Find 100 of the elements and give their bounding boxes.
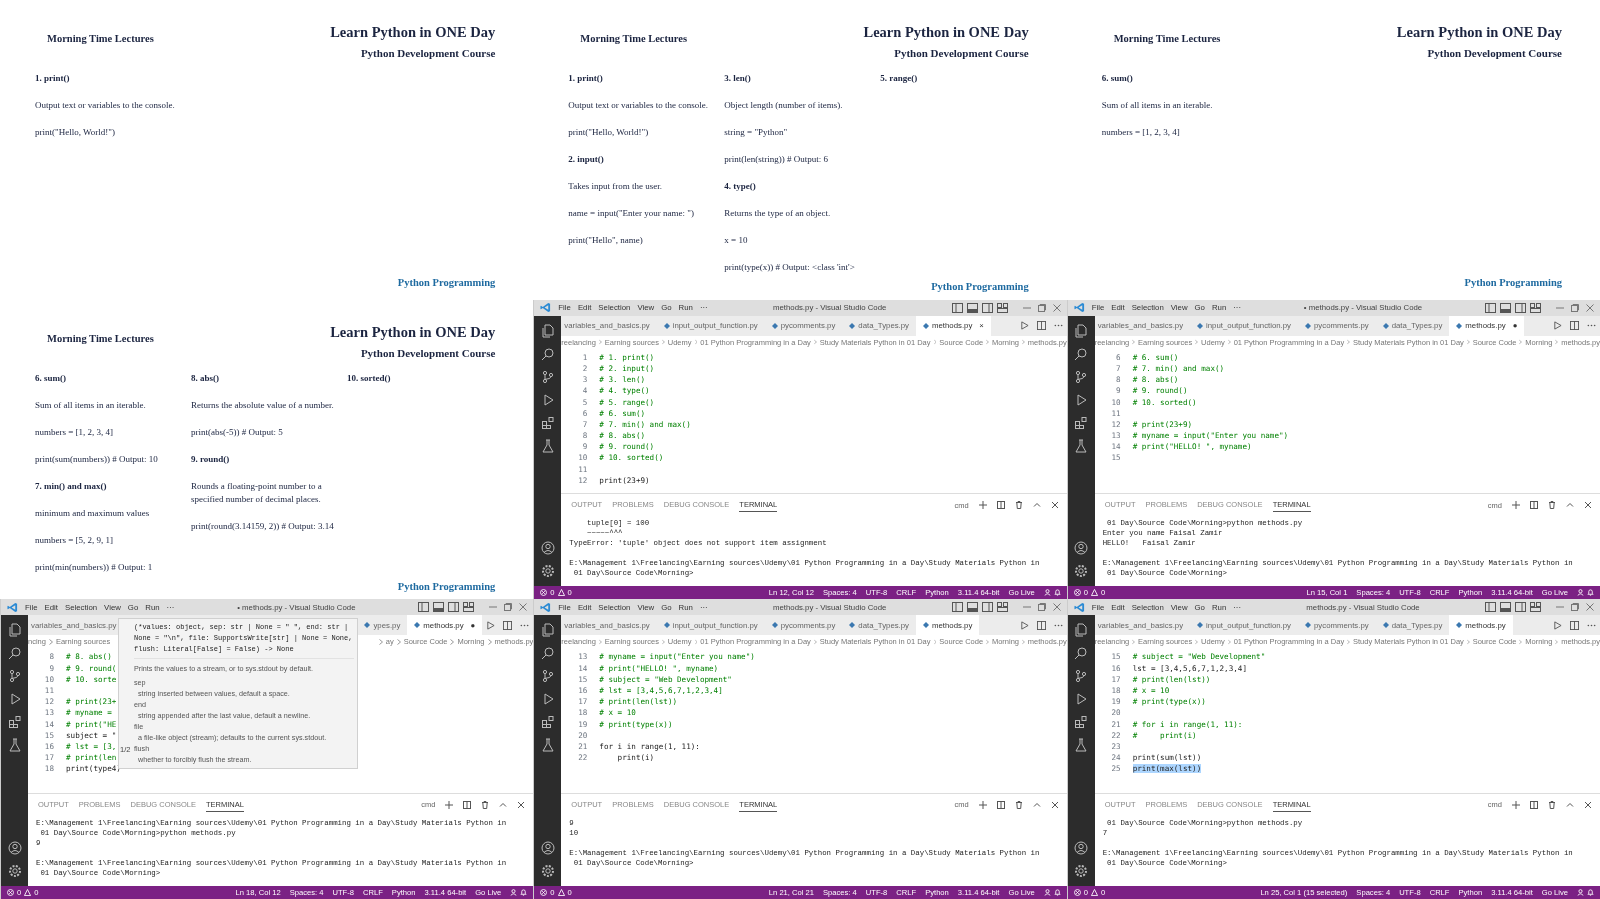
add-icon[interactable] (1512, 801, 1520, 809)
person-icon[interactable] (510, 889, 518, 896)
files-icon[interactable] (540, 323, 555, 338)
close-icon[interactable] (517, 801, 526, 809)
layout-icons[interactable] (1485, 302, 1543, 313)
run-icon[interactable] (486, 620, 496, 630)
error-icon[interactable] (1073, 589, 1081, 597)
run-debug-icon[interactable] (1074, 692, 1089, 707)
branch-icon[interactable] (1074, 669, 1089, 684)
branch-icon[interactable] (540, 669, 555, 684)
restore-icon[interactable] (1037, 303, 1046, 312)
settings-icon[interactable] (540, 864, 555, 878)
search-icon[interactable] (1074, 346, 1089, 361)
extensions-icon[interactable] (1074, 415, 1089, 430)
close-icon[interactable] (519, 603, 528, 612)
files-icon[interactable] (1074, 623, 1089, 638)
split-icon[interactable] (1530, 801, 1538, 809)
error-icon[interactable] (1073, 889, 1081, 896)
restore-icon[interactable] (504, 603, 513, 612)
person-icon[interactable] (1577, 589, 1584, 597)
search-icon[interactable] (1074, 646, 1089, 661)
branch-icon[interactable] (7, 669, 22, 684)
account-icon[interactable] (540, 841, 555, 855)
extensions-icon[interactable] (7, 715, 22, 730)
bell-icon[interactable] (1053, 589, 1061, 597)
add-icon[interactable] (978, 801, 987, 809)
add-icon[interactable] (1512, 501, 1520, 510)
extensions-icon[interactable] (1074, 715, 1089, 730)
bell-icon[interactable] (1587, 589, 1594, 597)
run-icon[interactable] (1553, 620, 1562, 630)
run-icon[interactable] (1019, 321, 1029, 331)
account-icon[interactable] (7, 841, 22, 855)
trash-icon[interactable] (481, 801, 490, 809)
warning-icon[interactable] (1090, 889, 1098, 896)
run-debug-icon[interactable] (1074, 392, 1089, 407)
settings-icon[interactable] (1074, 564, 1089, 579)
flask-icon[interactable] (1074, 438, 1089, 453)
layout-icons[interactable] (951, 302, 1010, 313)
close-icon[interactable] (1584, 501, 1592, 510)
flask-icon[interactable] (1074, 738, 1089, 753)
files-icon[interactable] (1074, 323, 1089, 338)
split-editor-icon[interactable] (1570, 620, 1579, 630)
add-icon[interactable] (445, 801, 454, 809)
bell-icon[interactable] (520, 889, 528, 896)
run-icon[interactable] (1553, 321, 1562, 331)
split-icon[interactable] (463, 801, 472, 809)
restore-icon[interactable] (1037, 603, 1046, 612)
layout-icons[interactable] (418, 602, 477, 613)
flask-icon[interactable] (540, 738, 555, 753)
close-icon[interactable] (1052, 303, 1061, 312)
account-icon[interactable] (540, 541, 555, 556)
close-icon[interactable] (1050, 801, 1059, 809)
warning-icon[interactable] (557, 589, 565, 597)
warning-icon[interactable] (1090, 589, 1098, 597)
close-icon[interactable] (1586, 303, 1594, 312)
close-icon[interactable] (1586, 603, 1594, 612)
settings-icon[interactable] (540, 564, 555, 579)
error-icon[interactable] (540, 889, 548, 896)
split-editor-icon[interactable] (503, 620, 513, 630)
branch-icon[interactable] (1074, 369, 1089, 384)
split-editor-icon[interactable] (1036, 620, 1046, 630)
person-icon[interactable] (1577, 889, 1584, 896)
search-icon[interactable] (540, 346, 555, 361)
split-icon[interactable] (996, 501, 1005, 510)
layout-icons[interactable] (1485, 602, 1543, 613)
restore-icon[interactable] (1571, 303, 1579, 312)
settings-icon[interactable] (1074, 864, 1089, 878)
account-icon[interactable] (1074, 541, 1089, 556)
account-icon[interactable] (1074, 841, 1089, 855)
person-icon[interactable] (1043, 589, 1051, 597)
flask-icon[interactable] (7, 738, 22, 753)
add-icon[interactable] (978, 501, 987, 510)
files-icon[interactable] (540, 623, 555, 638)
search-icon[interactable] (540, 646, 555, 661)
run-icon[interactable] (1019, 620, 1029, 630)
settings-icon[interactable] (7, 864, 22, 878)
files-icon[interactable] (7, 623, 22, 638)
search-icon[interactable] (7, 646, 22, 661)
warning-icon[interactable] (557, 889, 565, 896)
error-icon[interactable] (7, 889, 14, 896)
close-icon[interactable] (1052, 603, 1061, 612)
flask-icon[interactable] (540, 438, 555, 453)
trash-icon[interactable] (1014, 801, 1023, 809)
trash-icon[interactable] (1548, 801, 1556, 809)
person-icon[interactable] (1043, 889, 1051, 896)
restore-icon[interactable] (1571, 603, 1579, 612)
split-icon[interactable] (1530, 501, 1538, 510)
close-icon[interactable] (1584, 801, 1592, 809)
split-editor-icon[interactable] (1570, 321, 1579, 331)
bell-icon[interactable] (1587, 889, 1594, 896)
close-icon[interactable] (1050, 501, 1059, 510)
split-icon[interactable] (996, 801, 1005, 809)
bell-icon[interactable] (1053, 889, 1061, 896)
trash-icon[interactable] (1014, 501, 1023, 510)
extensions-icon[interactable] (540, 715, 555, 730)
trash-icon[interactable] (1548, 501, 1556, 510)
extensions-icon[interactable] (540, 415, 555, 430)
branch-icon[interactable] (540, 369, 555, 384)
warning-icon[interactable] (24, 889, 32, 896)
error-icon[interactable] (540, 589, 548, 597)
